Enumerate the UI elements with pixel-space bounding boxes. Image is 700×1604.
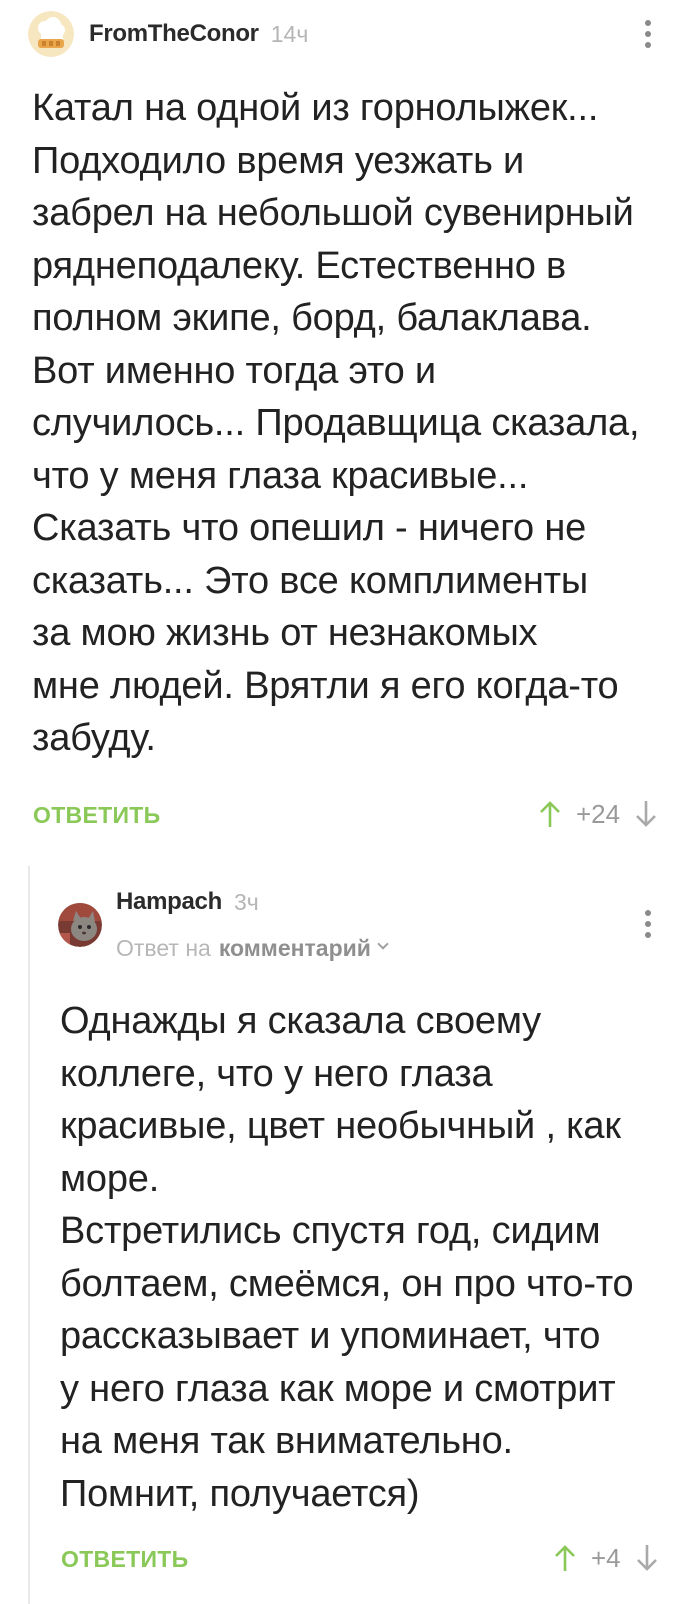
comment-header: FromTheConor 14ч [28,11,308,57]
comment-time: 14ч [270,20,309,47]
chef-hat-avatar-icon [28,11,74,57]
kebab-dot [645,20,651,26]
vote-score: +4 [591,1542,621,1573]
reply-button[interactable]: ОТВЕТИТЬ [33,802,160,829]
kebab-dot [645,31,651,37]
arrow-up-icon[interactable] [553,1543,577,1573]
reply-prefix: Ответ на [116,935,211,961]
arrow-up-icon[interactable] [538,799,562,829]
reply-target-link[interactable]: комментарий [219,935,371,962]
kebab-dot [645,910,651,916]
comment-menu-button[interactable] [643,910,653,938]
reply-to-line[interactable]: Ответ на комментарий [116,935,389,962]
kebab-dot [645,932,651,938]
cat-photo-avatar-icon [58,903,102,947]
reply-button[interactable]: ОТВЕТИТЬ [61,1546,188,1573]
comment-menu-button[interactable] [643,20,653,48]
comment-body: Однажды я сказала своему коллеге, что у … [60,1000,634,1515]
vote-controls: +24 [538,798,658,830]
comment-author[interactable]: FromTheConor [89,20,259,48]
arrow-down-icon[interactable] [634,799,658,829]
kebab-dot [645,42,651,48]
arrow-down-icon[interactable] [635,1543,659,1573]
author-avatar[interactable] [28,11,74,57]
thread-line [28,866,30,1604]
kebab-dot [645,921,651,927]
comment-header: Hampach 3ч [116,888,259,916]
author-avatar[interactable] [58,903,102,947]
comment-author[interactable]: Hampach [116,888,222,916]
vote-controls: +4 [553,1542,659,1574]
vote-score: +24 [576,798,621,829]
comment-time: 3ч [233,888,259,915]
comment-body: Катал на одной из горнолыжек... Подходил… [32,87,640,759]
chevron-down-icon [377,937,389,950]
